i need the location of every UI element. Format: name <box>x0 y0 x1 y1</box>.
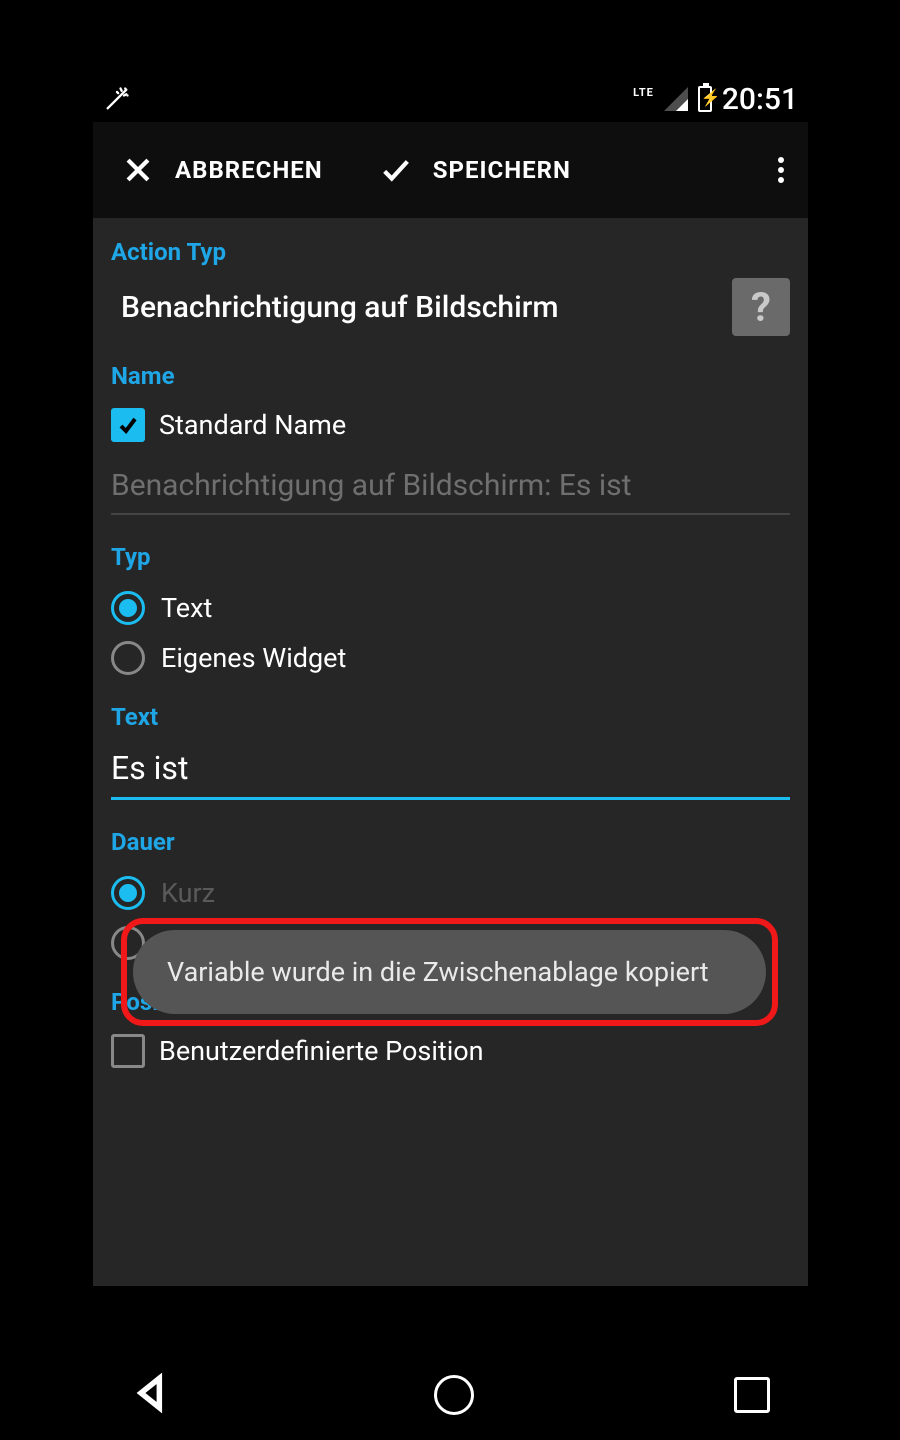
typ-text-label: Text <box>161 592 212 624</box>
close-icon <box>121 153 155 187</box>
more-vert-icon <box>778 153 784 187</box>
signal-icon <box>664 87 688 111</box>
network-type-label: LTE <box>633 86 654 99</box>
nav-back-button[interactable] <box>130 1371 174 1419</box>
dauer-option-kurz[interactable]: Kurz <box>111 868 790 918</box>
status-bar: LTE ⚡ 20:51 <box>93 76 808 122</box>
battery-charging-icon: ⚡ <box>698 86 712 112</box>
app-indicator-icon <box>103 85 131 113</box>
text-section-label: Text <box>111 703 790 731</box>
device-frame: LTE ⚡ 20:51 ABBRECHEN SPEICHERN <box>93 76 808 1286</box>
standard-name-label: Standard Name <box>159 409 346 441</box>
typ-option-widget[interactable]: Eigenes Widget <box>111 633 790 683</box>
custom-position-checkbox[interactable] <box>111 1034 145 1068</box>
standard-name-checkbox-row[interactable]: Standard Name <box>111 402 790 460</box>
toast-message: Variable wurde in die Zwischenablage kop… <box>133 930 766 1014</box>
nav-home-button[interactable] <box>434 1375 474 1415</box>
typ-widget-label: Eigenes Widget <box>161 642 346 674</box>
typ-section-label: Typ <box>111 543 790 571</box>
nav-recent-button[interactable] <box>734 1377 770 1413</box>
action-bar: ABBRECHEN SPEICHERN <box>93 122 808 218</box>
recent-icon <box>734 1377 770 1413</box>
action-type-section-label: Action Typ <box>111 238 790 266</box>
radio-unselected-icon <box>111 641 145 675</box>
help-button[interactable]: ? <box>732 278 790 336</box>
save-label: SPEICHERN <box>433 156 571 184</box>
custom-position-label: Benutzerdefinierte Position <box>159 1035 484 1067</box>
typ-option-text[interactable]: Text <box>111 583 790 633</box>
standard-name-checkbox[interactable] <box>111 408 145 442</box>
annotation-highlight: Variable wurde in die Zwischenablage kop… <box>121 918 778 1026</box>
content-area: Action Typ Benachrichtigung auf Bildschi… <box>93 218 808 1286</box>
custom-position-checkbox-row[interactable]: Benutzerdefinierte Position <box>111 1028 790 1086</box>
cancel-label: ABBRECHEN <box>175 156 323 184</box>
dauer-kurz-label: Kurz <box>161 877 215 909</box>
overflow-menu-button[interactable] <box>754 122 808 218</box>
clock-label: 20:51 <box>722 82 798 117</box>
check-icon <box>379 153 413 187</box>
action-type-value[interactable]: Benachrichtigung auf Bildschirm <box>111 290 716 325</box>
radio-selected-icon <box>111 591 145 625</box>
save-button[interactable]: SPEICHERN <box>351 122 599 218</box>
home-icon <box>434 1375 474 1415</box>
navigation-bar <box>0 1350 900 1440</box>
typ-radio-group: Text Eigenes Widget <box>111 583 790 703</box>
radio-selected-icon <box>111 876 145 910</box>
text-input[interactable]: Es ist <box>111 743 790 800</box>
cancel-button[interactable]: ABBRECHEN <box>93 122 351 218</box>
name-section-label: Name <box>111 362 790 390</box>
back-icon <box>130 1371 174 1415</box>
dauer-section-label: Dauer <box>111 828 790 856</box>
name-input[interactable]: Benachrichtigung auf Bildschirm: Es ist <box>111 460 790 515</box>
question-icon: ? <box>751 284 771 331</box>
